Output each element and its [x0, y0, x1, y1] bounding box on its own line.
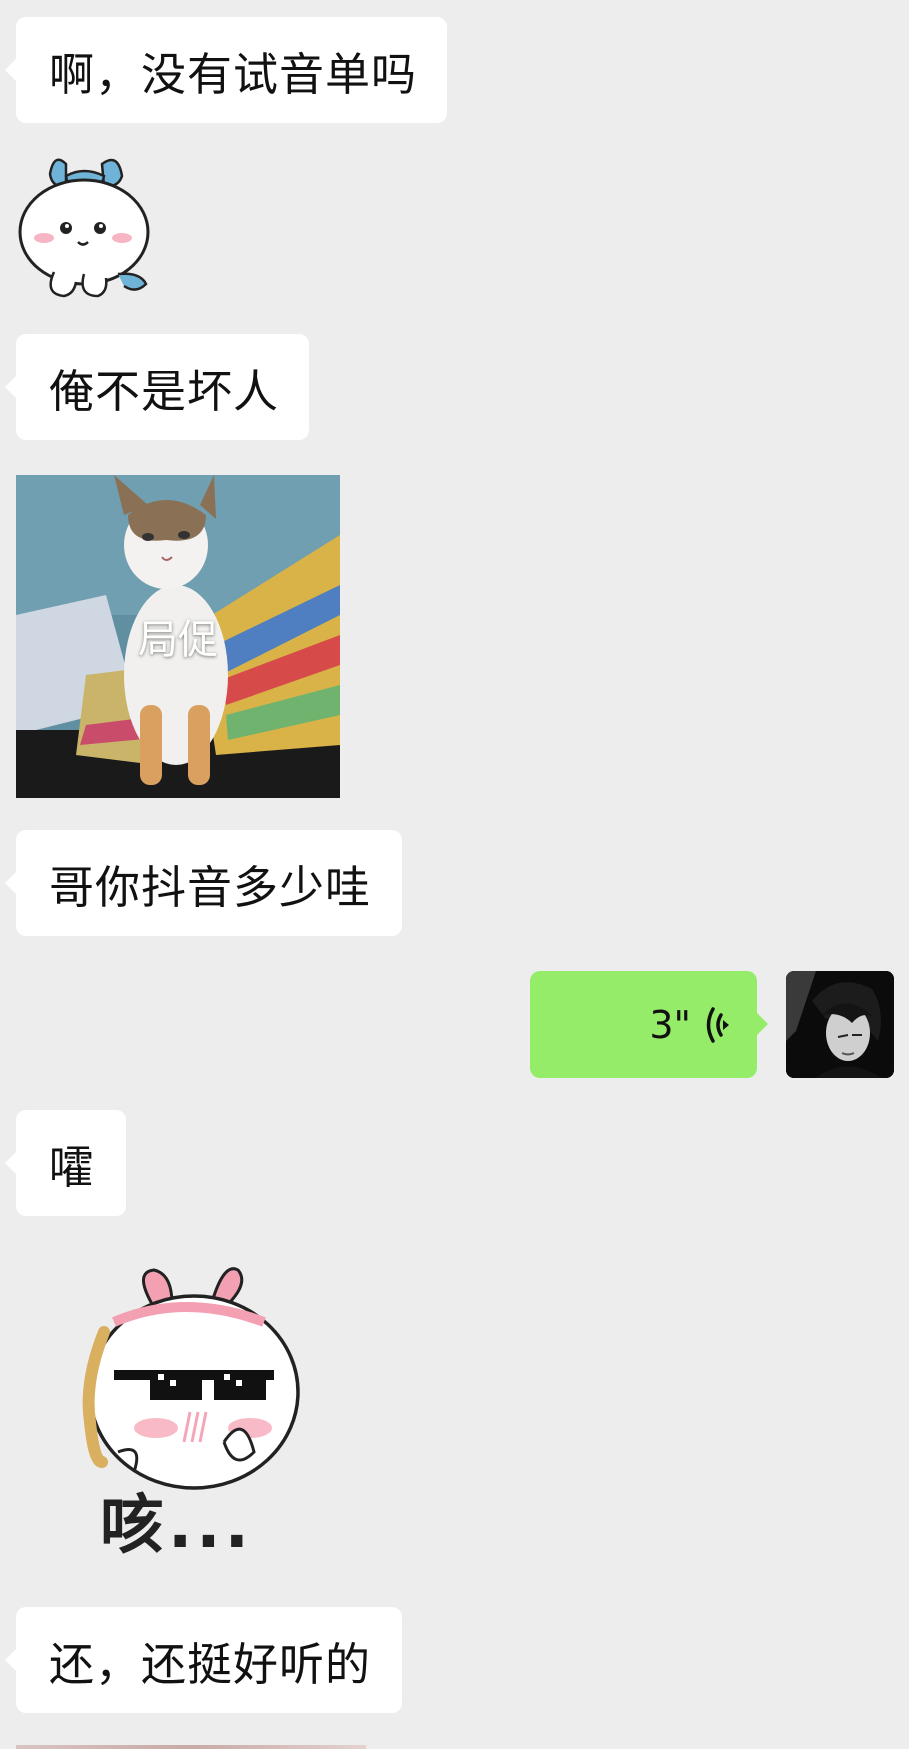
image-caption: 局促: [138, 617, 218, 663]
voice-wave-icon: [706, 1006, 729, 1043]
incoming-text-bubble[interactable]: 俺不是坏人: [5, 334, 309, 440]
incoming-text-bubble[interactable]: 还，还挺好听的: [5, 1607, 402, 1713]
outgoing-voice-bubble[interactable]: 3": [530, 971, 768, 1078]
incoming-text-bubble[interactable]: 嚯: [5, 1110, 126, 1216]
sticker-caption: 咳...: [100, 1489, 253, 1563]
cat-photo-message[interactable]: 局促: [16, 475, 340, 798]
message-text: 哥你抖音多少哇: [49, 860, 372, 914]
message-text: 俺不是坏人: [49, 364, 280, 418]
blue-bow-sticker[interactable]: [14, 154, 156, 304]
incoming-text-bubble[interactable]: 哥你抖音多少哇: [5, 830, 402, 936]
sunglasses-bunny-sticker[interactable]: 咳...: [74, 1262, 314, 1563]
message-text: 还，还挺好听的: [49, 1637, 372, 1691]
incoming-text-bubble[interactable]: 啊，没有试音单吗: [5, 17, 447, 123]
message-text: 啊，没有试音单吗: [49, 47, 418, 101]
chat-message-list[interactable]: 啊，没有试音单吗 俺不是坏人 局促 哥你抖音多少哇 3" 嚯 咳... 还，还挺…: [0, 0, 909, 1749]
next-message-preview: [16, 1745, 366, 1749]
message-text: 嚯: [49, 1140, 96, 1194]
voice-duration: 3": [649, 1002, 691, 1047]
dark-haired-person-avatar-icon: [786, 971, 894, 1078]
blue-bow-creature-icon: [18, 158, 150, 298]
avatar[interactable]: [786, 971, 894, 1078]
